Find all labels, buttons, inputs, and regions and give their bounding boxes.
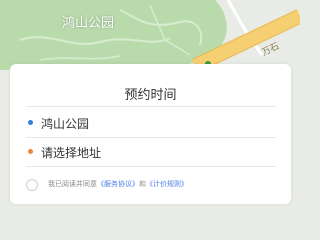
park-label: 鸿山公园 (62, 16, 115, 31)
agreement-checkbox[interactable] (26, 179, 38, 191)
service-agreement-link[interactable]: 《服务协议》 (97, 180, 139, 188)
agreement-text: 我已阅读并同意《服务协议》和《计价规则》 (48, 179, 188, 189)
destination-dot-icon (28, 149, 33, 154)
destination-row[interactable]: 请选择地址 (10, 139, 291, 165)
origin-row[interactable]: 鸿山公园 (10, 110, 291, 136)
divider (26, 166, 276, 167)
agreement-joiner: 和 (139, 180, 146, 188)
divider (26, 106, 276, 107)
destination-label: 请选择地址 (41, 146, 102, 160)
booking-time-title[interactable]: 预约时间 (10, 84, 291, 103)
origin-dot-icon (28, 120, 33, 125)
pricing-rules-link[interactable]: 《计价规则》 (146, 180, 188, 188)
agreement-prefix: 我已阅读并同意 (48, 180, 97, 188)
booking-card: 预约时间 鸿山公园 请选择地址 我已阅读并同意《服务协议》和《计价规则》 (10, 64, 291, 204)
divider (26, 137, 276, 138)
origin-label: 鸿山公园 (41, 117, 90, 131)
